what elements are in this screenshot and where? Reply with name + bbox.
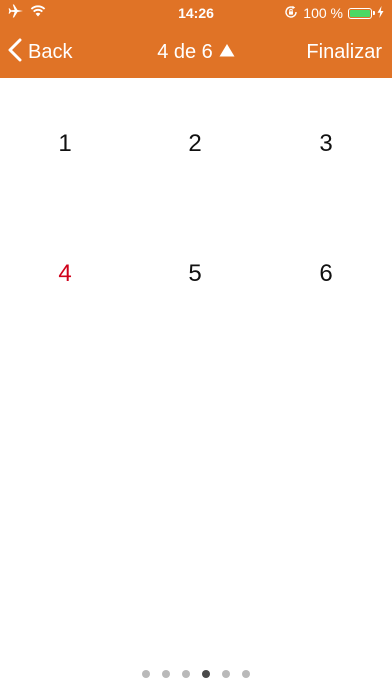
status-right: 100 % [284, 5, 384, 21]
battery-percent: 100 % [303, 5, 343, 21]
screen: 14:26 100 % Back 4 de 6 Finalizar 1 2 3 … [0, 0, 392, 696]
page-dot[interactable] [222, 670, 230, 678]
page-number-5[interactable]: 5 [130, 250, 260, 380]
navigation-bar: Back 4 de 6 Finalizar [0, 26, 392, 78]
page-control [0, 670, 392, 678]
battery-icon [348, 7, 375, 19]
page-dot[interactable] [202, 670, 210, 678]
page-number-2[interactable]: 2 [130, 120, 260, 250]
page-dot[interactable] [142, 670, 150, 678]
page-number-3[interactable]: 3 [260, 120, 392, 250]
page-number-6[interactable]: 6 [260, 250, 392, 380]
charging-icon [377, 5, 384, 21]
page-dot[interactable] [162, 670, 170, 678]
nav-title-text: 4 de 6 [157, 41, 213, 63]
battery-cap [373, 11, 375, 15]
page-dot[interactable] [182, 670, 190, 678]
page-dot[interactable] [242, 670, 250, 678]
page-number-1[interactable]: 1 [0, 120, 130, 250]
battery-fill [350, 9, 370, 17]
top-bar: 14:26 100 % Back 4 de 6 Finalizar [0, 0, 392, 78]
page-grid-area: 1 2 3 4 5 6 [0, 78, 392, 658]
page-number-grid: 1 2 3 4 5 6 [0, 120, 392, 380]
page-number-4[interactable]: 4 [0, 250, 130, 380]
rotation-lock-icon [284, 5, 298, 22]
triangle-up-icon [219, 43, 235, 62]
status-bar: 14:26 100 % [0, 0, 392, 26]
finalizar-button[interactable]: Finalizar [306, 38, 382, 66]
